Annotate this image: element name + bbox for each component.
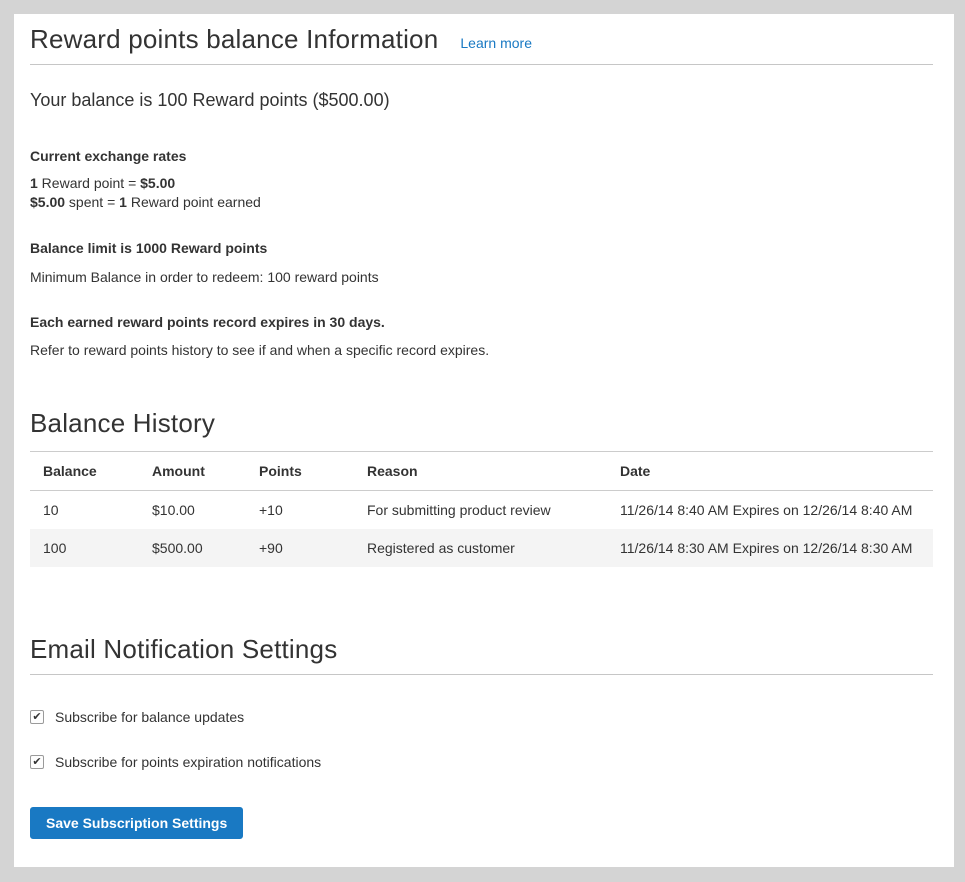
expiry-note: Refer to reward points history to see if… (30, 341, 933, 359)
checkmark-icon: ✔ (32, 712, 41, 723)
rate-2-amount: $5.00 (30, 194, 65, 210)
subscribe-expiration-notifications-label: Subscribe for points expiration notifica… (55, 753, 321, 771)
column-header-amount: Amount (139, 452, 246, 491)
subscribe-expiration-notifications-checkbox[interactable]: ✔ (30, 755, 44, 769)
rate-2-value: 1 (119, 194, 127, 210)
column-header-reason: Reason (354, 452, 607, 491)
cell-date: 11/26/14 8:30 AM Expires on 12/26/14 8:3… (607, 529, 933, 567)
page-title: Reward points balance Information (30, 25, 438, 53)
learn-more-link[interactable]: Learn more (460, 35, 532, 51)
cell-balance: 10 (30, 491, 139, 530)
rate-2-text: spent = (65, 194, 119, 210)
rate-line-1: 1 Reward point = $5.00 (30, 174, 933, 193)
column-header-date: Date (607, 452, 933, 491)
balance-history-table: Balance Amount Points Reason Date 10 $10… (30, 451, 933, 567)
table-row: 10 $10.00 +10 For submitting product rev… (30, 491, 933, 530)
rate-1-text: Reward point = (38, 175, 140, 191)
cell-reason: Registered as customer (354, 529, 607, 567)
table-row: 100 $500.00 +90 Registered as customer 1… (30, 529, 933, 567)
rate-1-amount: $5.00 (140, 175, 175, 191)
email-settings-title: Email Notification Settings (30, 635, 337, 663)
subscribe-expiration-notifications-row[interactable]: ✔ Subscribe for points expiration notifi… (30, 753, 933, 771)
reward-points-page: Reward points balance Information Learn … (14, 14, 954, 867)
expiry-heading: Each earned reward points record expires… (30, 313, 933, 331)
subscribe-balance-updates-label: Subscribe for balance updates (55, 708, 244, 726)
min-balance-text: Minimum Balance in order to redeem: 100 … (30, 268, 933, 286)
cell-points: +90 (246, 529, 354, 567)
rate-line-2: $5.00 spent = 1 Reward point earned (30, 193, 933, 212)
subscribe-balance-updates-checkbox[interactable]: ✔ (30, 710, 44, 724)
balance-limit-text: Balance limit is 1000 Reward points (30, 239, 933, 257)
exchange-rates-heading: Current exchange rates (30, 147, 933, 165)
email-settings-header: Email Notification Settings (30, 635, 933, 675)
balance-history-title: Balance History (30, 409, 215, 437)
cell-date: 11/26/14 8:40 AM Expires on 12/26/14 8:4… (607, 491, 933, 530)
page-header: Reward points balance Information Learn … (30, 25, 933, 65)
cell-reason: For submitting product review (354, 491, 607, 530)
exchange-rates: 1 Reward point = $5.00 $5.00 spent = 1 R… (30, 174, 933, 212)
save-subscription-settings-button[interactable]: Save Subscription Settings (30, 807, 243, 839)
balance-summary: Your balance is 100 Reward points ($500.… (30, 89, 933, 111)
rate-2-text-2: Reward point earned (127, 194, 261, 210)
balance-history-header: Balance History (30, 409, 933, 437)
rate-1-value: 1 (30, 175, 38, 191)
cell-balance: 100 (30, 529, 139, 567)
cell-amount: $10.00 (139, 491, 246, 530)
cell-points: +10 (246, 491, 354, 530)
cell-amount: $500.00 (139, 529, 246, 567)
column-header-points: Points (246, 452, 354, 491)
checkmark-icon: ✔ (32, 757, 41, 768)
subscribe-balance-updates-row[interactable]: ✔ Subscribe for balance updates (30, 708, 933, 726)
column-header-balance: Balance (30, 452, 139, 491)
table-header-row: Balance Amount Points Reason Date (30, 452, 933, 491)
